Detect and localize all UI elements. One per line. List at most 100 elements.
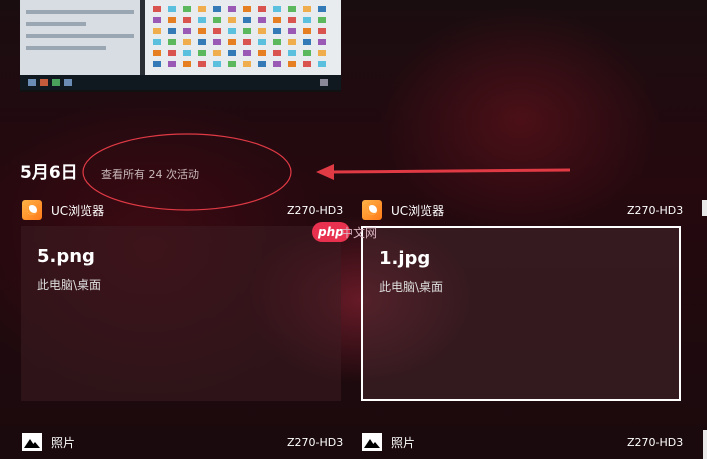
next-column-edge bbox=[702, 200, 707, 216]
next-column-edge bbox=[703, 430, 707, 459]
thumbnail-app-tile bbox=[243, 39, 251, 45]
thumbnail-app-tile bbox=[288, 28, 296, 34]
thumbnail-app-tile bbox=[243, 50, 251, 56]
activity-app-row: UC浏览器 bbox=[22, 200, 104, 220]
activity-card[interactable]: 5.png 此电脑\桌面 bbox=[21, 226, 341, 401]
thumbnail-app-tile bbox=[303, 39, 311, 45]
thumbnail-app-tile bbox=[303, 17, 311, 23]
thumbnail-app-tile bbox=[213, 50, 221, 56]
thumbnail-app-tile bbox=[273, 50, 281, 56]
thumbnail-app-tile bbox=[198, 17, 206, 23]
thumbnail-app-tile bbox=[213, 28, 221, 34]
thumbnail-app-tile bbox=[153, 61, 161, 67]
thumbnail-app-tile bbox=[303, 28, 311, 34]
red-arrow-annotation bbox=[329, 168, 571, 174]
previous-activity-thumbnail[interactable] bbox=[20, 0, 341, 92]
thumbnail-app-tile bbox=[288, 39, 296, 45]
thumbnail-app-tile bbox=[273, 61, 281, 67]
thumbnail-app-tile bbox=[288, 61, 296, 67]
thumbnail-app-tile bbox=[198, 61, 206, 67]
thumbnail-app-tile bbox=[198, 6, 206, 12]
thumbnail-app-tile bbox=[198, 28, 206, 34]
thumbnail-app-tile bbox=[153, 50, 161, 56]
device-name: Z270-HD3 bbox=[627, 436, 684, 449]
thumbnail-app-tile bbox=[153, 6, 161, 12]
thumbnail-app-tile bbox=[198, 50, 206, 56]
thumbnail-app-tile bbox=[303, 61, 311, 67]
thumbnail-app-tile bbox=[153, 39, 161, 45]
thumbnail-app-tile bbox=[288, 17, 296, 23]
thumbnail-app-tile bbox=[318, 39, 326, 45]
thumbnail-window-left bbox=[20, 0, 140, 75]
thumbnail-app-tile bbox=[258, 39, 266, 45]
thumbnail-app-tile bbox=[183, 28, 191, 34]
uc-browser-icon bbox=[362, 200, 382, 220]
thumbnail-app-tile bbox=[258, 50, 266, 56]
thumbnail-app-tile bbox=[168, 39, 176, 45]
photos-icon bbox=[22, 433, 42, 451]
thumbnail-app-tile bbox=[153, 17, 161, 23]
thumbnail-app-tile bbox=[168, 6, 176, 12]
thumbnail-app-tile bbox=[318, 6, 326, 12]
activity-path: 此电脑\桌面 bbox=[37, 278, 102, 292]
thumbnail-app-tile bbox=[168, 61, 176, 67]
thumbnail-app-tile bbox=[243, 6, 251, 12]
thumbnail-app-tile bbox=[183, 39, 191, 45]
thumbnail-app-tile bbox=[228, 6, 236, 12]
thumbnail-app-tile bbox=[213, 61, 221, 67]
activity-app-row: UC浏览器 bbox=[362, 200, 444, 220]
photos-icon bbox=[362, 433, 382, 451]
thumbnail-app-tile bbox=[228, 28, 236, 34]
thumbnail-app-tile bbox=[318, 61, 326, 67]
thumbnail-app-tile bbox=[213, 6, 221, 12]
thumbnail-app-tile bbox=[243, 17, 251, 23]
thumbnail-app-tile bbox=[183, 6, 191, 12]
thumbnail-window-right bbox=[145, 0, 341, 75]
thumbnail-app-tile bbox=[273, 39, 281, 45]
app-name: 照片 bbox=[391, 435, 416, 450]
activity-app-row: 照片 bbox=[362, 432, 415, 452]
thumbnail-app-tile bbox=[213, 17, 221, 23]
thumbnail-app-tile bbox=[303, 6, 311, 12]
thumbnail-app-tile bbox=[288, 50, 296, 56]
thumbnail-app-tile bbox=[243, 61, 251, 67]
thumbnail-app-tile bbox=[318, 17, 326, 23]
thumbnail-app-tile bbox=[318, 28, 326, 34]
device-name: Z270-HD3 bbox=[627, 204, 684, 217]
thumbnail-app-tile bbox=[228, 50, 236, 56]
thumbnail-app-tile bbox=[168, 28, 176, 34]
app-name: 照片 bbox=[51, 435, 76, 450]
activity-card-selected[interactable]: 1.jpg 此电脑\桌面 bbox=[361, 226, 681, 401]
thumbnail-app-tile bbox=[168, 17, 176, 23]
thumbnail-app-tile bbox=[303, 50, 311, 56]
thumbnail-app-tile bbox=[183, 17, 191, 23]
thumbnail-app-tile bbox=[213, 39, 221, 45]
thumbnail-app-tile bbox=[228, 17, 236, 23]
thumbnail-app-tile bbox=[258, 28, 266, 34]
device-name: Z270-HD3 bbox=[287, 436, 344, 449]
thumbnail-app-tile bbox=[183, 61, 191, 67]
view-all-activities-link[interactable]: 查看所有 24 次活动 bbox=[101, 166, 199, 182]
thumbnail-app-tile bbox=[228, 61, 236, 67]
thumbnail-app-tile bbox=[198, 39, 206, 45]
activity-title: 1.jpg bbox=[379, 248, 431, 269]
activity-app-row: 照片 bbox=[22, 432, 75, 452]
app-name: UC浏览器 bbox=[51, 203, 105, 218]
uc-browser-icon bbox=[22, 200, 42, 220]
watermark-text: 中文网 bbox=[341, 226, 378, 240]
thumbnail-taskbar bbox=[20, 75, 341, 90]
app-name: UC浏览器 bbox=[391, 203, 445, 218]
red-arrow-head bbox=[316, 164, 334, 180]
thumbnail-app-tile bbox=[228, 39, 236, 45]
thumbnail-app-tile bbox=[258, 61, 266, 67]
date-header: 5月6日 bbox=[20, 163, 78, 183]
thumbnail-app-tile bbox=[258, 17, 266, 23]
thumbnail-app-tile bbox=[243, 28, 251, 34]
thumbnail-app-tile bbox=[288, 6, 296, 12]
thumbnail-app-tile bbox=[273, 28, 281, 34]
activity-path: 此电脑\桌面 bbox=[379, 280, 444, 294]
thumbnail-app-tile bbox=[273, 6, 281, 12]
device-name: Z270-HD3 bbox=[287, 204, 344, 217]
thumbnail-app-tile bbox=[258, 6, 266, 12]
thumbnail-app-tile bbox=[273, 17, 281, 23]
